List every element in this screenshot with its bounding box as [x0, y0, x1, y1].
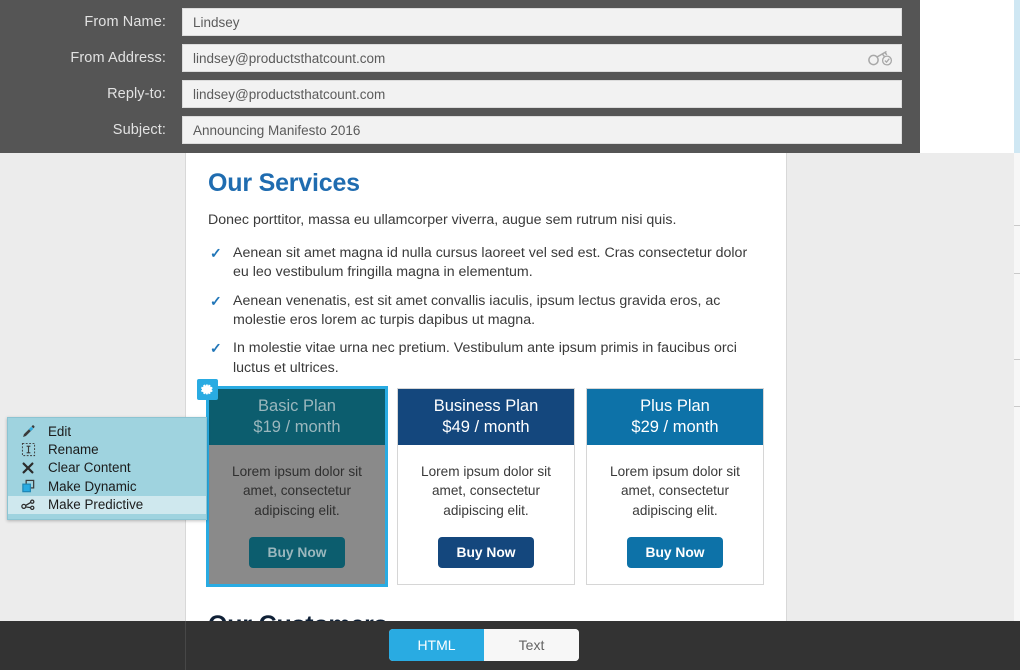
plan-card-plus[interactable]: Plus Plan $29 / month Lorem ipsum dolor …	[586, 388, 764, 585]
form-row-from-address: From Address: lindsey@productsthatcount.…	[0, 44, 920, 72]
reply-to-input[interactable]: lindsey@productsthatcount.com	[182, 80, 902, 108]
tab-text[interactable]: Text	[484, 629, 579, 661]
email-editor-screen: From Name: Lindsey From Address: lindsey…	[0, 0, 1020, 670]
context-menu-item-edit[interactable]: Edit	[8, 422, 206, 440]
services-bullet-list: ✓ Aenean sit amet magna id nulla cursus …	[208, 244, 764, 378]
from-address-input[interactable]: lindsey@productsthatcount.com	[182, 44, 902, 72]
buy-now-button-business[interactable]: Buy Now	[438, 536, 534, 568]
list-item: ✓ Aenean sit amet magna id nulla cursus …	[208, 244, 764, 283]
list-item: ✓ In molestie vitae urna nec pretium. Ve…	[208, 339, 764, 378]
subject-label: Subject:	[112, 122, 166, 138]
plan-card-basic[interactable]: Basic Plan $19 / month Lorem ipsum dolor…	[197, 379, 388, 587]
context-menu-label: Make Dynamic	[48, 478, 137, 494]
plan-body-plus: Lorem ipsum dolor sit amet, consectetur …	[587, 445, 763, 584]
form-row-from-name: From Name: Lindsey	[0, 8, 920, 36]
plan-body-basic: Lorem ipsum dolor sit amet, consectetur …	[209, 445, 385, 584]
copy-layers-icon	[18, 478, 38, 494]
plan-price: $49 / month	[442, 418, 530, 437]
key-verified-icon[interactable]	[867, 49, 893, 67]
node-graph-icon	[18, 497, 38, 513]
plan-card-business[interactable]: Business Plan $49 / month Lorem ipsum do…	[397, 388, 575, 585]
plan-header-plus: Plus Plan $29 / month	[587, 389, 763, 446]
from-address-value: lindsey@productsthatcount.com	[193, 50, 386, 66]
tab-html[interactable]: HTML	[389, 629, 484, 661]
email-content-canvas[interactable]: Our Services Donec porttitor, massa eu u…	[185, 153, 787, 621]
from-name-input[interactable]: Lindsey	[182, 8, 902, 36]
plan-description: Lorem ipsum dolor sit amet, consectetur …	[610, 464, 740, 518]
email-preview-stage: Our Services Donec porttitor, massa eu u…	[0, 153, 1014, 621]
gear-icon[interactable]	[197, 379, 218, 401]
list-item: ✓ Aenean venenatis, est sit amet convall…	[208, 292, 764, 331]
plan-body-business: Lorem ipsum dolor sit amet, consectetur …	[398, 445, 574, 584]
format-toggle: HTML Text	[389, 629, 579, 661]
plan-price: $29 / month	[631, 418, 719, 437]
header-right-fill	[920, 0, 1020, 153]
plan-name: Basic Plan	[258, 397, 336, 416]
bottom-bar-divider	[185, 621, 186, 670]
bullet-text: In molestie vitae urna nec pretium. Vest…	[233, 340, 737, 376]
plan-price: $19 / month	[253, 418, 341, 437]
right-edge-ruler	[1014, 153, 1020, 621]
context-menu-label: Clear Content	[48, 460, 131, 476]
pencil-icon	[18, 423, 38, 439]
bullet-text: Aenean sit amet magna id nulla cursus la…	[233, 245, 748, 281]
context-menu-label: Make Predictive	[48, 497, 144, 513]
context-menu-label: Edit	[48, 423, 72, 439]
plan-name: Business Plan	[433, 397, 539, 416]
context-menu-label: Rename	[48, 442, 99, 458]
form-row-subject: Subject: Announcing Manifesto 2016	[0, 116, 920, 144]
plan-header-basic: Basic Plan $19 / month	[209, 389, 385, 446]
plan-name: Plus Plan	[640, 397, 710, 416]
buy-now-button-plus[interactable]: Buy Now	[627, 536, 723, 568]
services-intro-text: Donec porttitor, massa eu ullamcorper vi…	[208, 212, 677, 228]
context-menu-item-clear-content[interactable]: Clear Content	[8, 459, 206, 477]
pricing-table: Basic Plan $19 / month Lorem ipsum dolor…	[197, 379, 764, 587]
check-icon: ✓	[210, 340, 222, 357]
bullet-text: Aenean venenatis, est sit amet convallis…	[233, 292, 721, 329]
check-icon: ✓	[210, 245, 222, 262]
subject-input[interactable]: Announcing Manifesto 2016	[182, 116, 902, 144]
context-menu-item-rename[interactable]: Rename	[8, 440, 206, 458]
form-row-reply-to: Reply-to: lindsey@productsthatcount.com	[0, 80, 920, 108]
from-address-label: From Address:	[70, 50, 166, 66]
reply-to-label: Reply-to:	[107, 86, 166, 102]
our-services-heading: Our Services	[208, 169, 360, 197]
check-icon: ✓	[210, 292, 222, 309]
close-x-icon	[18, 460, 38, 476]
context-menu-item-make-predictive[interactable]: Make Predictive	[8, 495, 206, 514]
text-cursor-icon	[18, 442, 38, 458]
plan-description: Lorem ipsum dolor sit amet, consectetur …	[421, 464, 551, 518]
plan-description: Lorem ipsum dolor sit amet, consectetur …	[232, 464, 362, 518]
from-name-label: From Name:	[84, 14, 166, 30]
plan-header-business: Business Plan $49 / month	[398, 389, 574, 446]
our-customers-heading: Our Customers	[208, 611, 764, 621]
context-menu-item-make-dynamic[interactable]: Make Dynamic	[8, 477, 206, 495]
email-settings-form: From Name: Lindsey From Address: lindsey…	[0, 0, 920, 153]
block-context-menu: Edit Rename Clear Content Make Dynamic M…	[7, 417, 207, 520]
right-edge-accent-strip-top	[1014, 0, 1020, 153]
buy-now-button-basic[interactable]: Buy Now	[249, 536, 345, 568]
